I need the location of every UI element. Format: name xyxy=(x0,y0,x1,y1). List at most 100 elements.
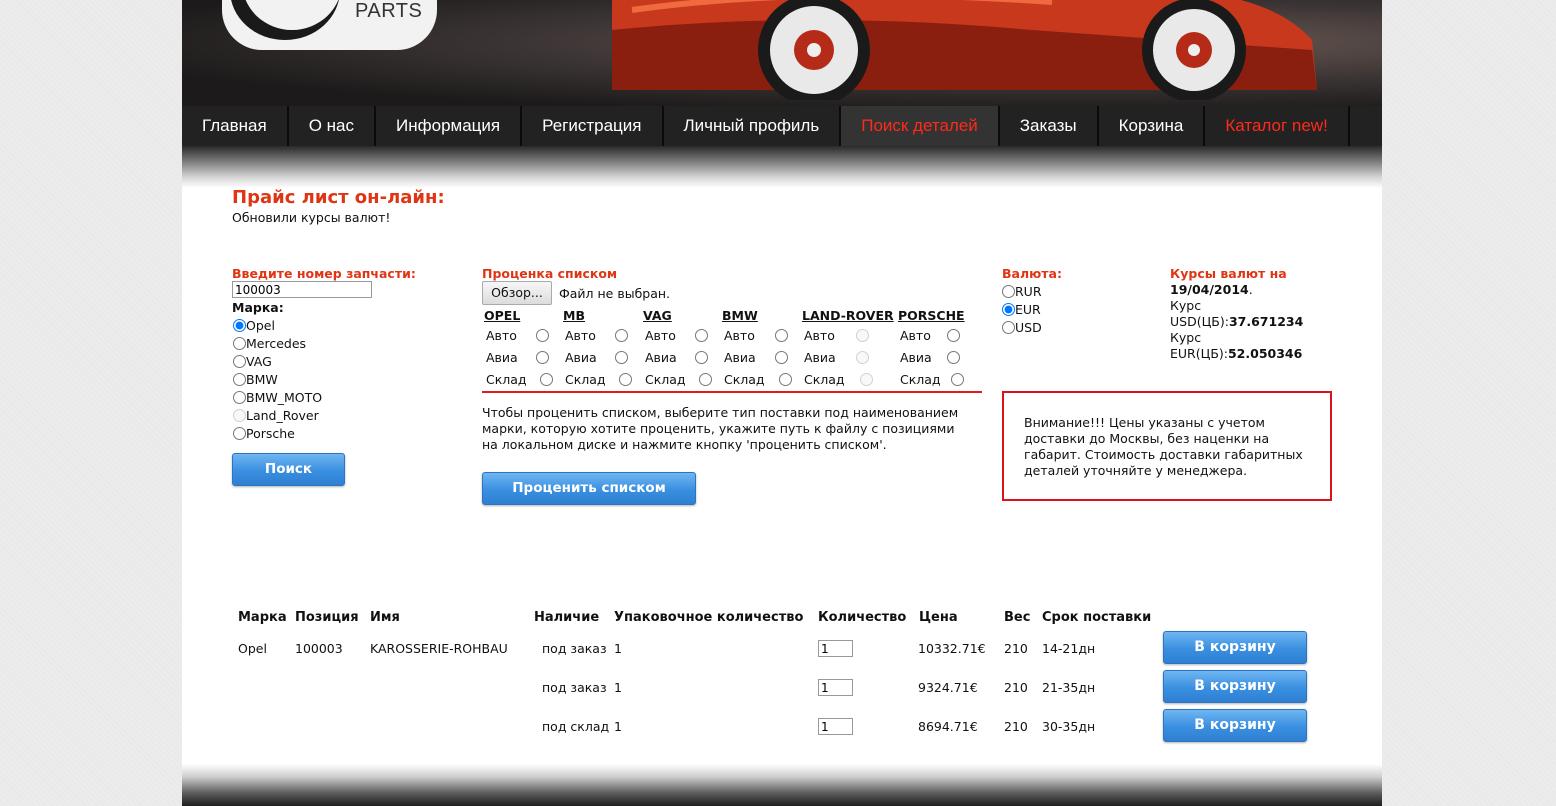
add-to-cart-button[interactable]: В корзину xyxy=(1163,631,1307,664)
brand-option[interactable]: VAG xyxy=(233,354,272,369)
column-header: Срок поставки xyxy=(1042,610,1152,625)
eur-label: EUR(ЦБ): xyxy=(1170,346,1228,361)
brand-radio[interactable] xyxy=(233,391,246,404)
search-button[interactable]: Поиск xyxy=(232,453,345,486)
supplier-option-label: Склад xyxy=(804,372,845,387)
supplier-heading: PORSCHE xyxy=(898,308,965,323)
supplier-option-radio[interactable] xyxy=(615,351,628,364)
nav-item-parts-search[interactable]: Поиск деталей xyxy=(841,106,1000,146)
supplier-option-radio[interactable] xyxy=(540,373,553,386)
table-cell-delivery: 14-21дн xyxy=(1042,641,1096,656)
supplier-option-radio[interactable] xyxy=(947,351,960,364)
footer-shadow xyxy=(182,764,1382,806)
nav-item-profile[interactable]: Личный профиль xyxy=(664,106,842,146)
usd-value: 37.671234 xyxy=(1228,314,1304,329)
file-status: Файл не выбран. xyxy=(559,286,671,301)
supplier-option-radio[interactable] xyxy=(695,351,708,364)
supplier-option-radio[interactable] xyxy=(947,329,960,342)
table-cell-price: 9324.71€ xyxy=(918,680,978,695)
column-header: Позиция xyxy=(295,610,359,625)
supplier-option-radio[interactable] xyxy=(615,329,628,342)
quantity-input[interactable] xyxy=(818,718,853,735)
currency-option[interactable]: RUR xyxy=(1002,284,1042,299)
browse-file-button[interactable]: Обзор... xyxy=(482,281,552,305)
page-subtitle: Обновили курсы валют! xyxy=(232,210,391,225)
brand-radio[interactable] xyxy=(233,337,246,350)
currency-option-label: USD xyxy=(1015,320,1042,335)
supplier-option-radio[interactable] xyxy=(536,351,549,364)
quantity-input[interactable] xyxy=(818,640,853,657)
brand-radio[interactable] xyxy=(233,373,246,386)
brand-option-label: Porsche xyxy=(246,426,295,441)
table-cell-delivery: 30-35дн xyxy=(1042,719,1096,734)
table-row xyxy=(232,709,1312,743)
brand-label: Марка: xyxy=(232,300,284,315)
supplier-option-radio[interactable] xyxy=(856,351,869,364)
supplier-option-label: Авиа xyxy=(900,350,932,365)
table-cell-delivery: 21-35дн xyxy=(1042,680,1096,695)
notice-text: Внимание!!! Цены указаны с учетом достав… xyxy=(1024,415,1303,478)
page-container: PARTS Главная О нас Информация Регистрац… xyxy=(182,0,1382,806)
currency-option[interactable]: EUR xyxy=(1002,302,1041,317)
add-to-cart-button[interactable]: В корзину xyxy=(1163,670,1307,703)
supplier-option-radio[interactable] xyxy=(619,373,632,386)
brand-radio[interactable] xyxy=(233,409,246,422)
currency-radio[interactable] xyxy=(1002,303,1015,316)
brand-option[interactable]: Land_Rover xyxy=(233,408,319,423)
supplier-option-label: Авиа xyxy=(724,350,756,365)
supplier-option-radio[interactable] xyxy=(699,373,712,386)
brand-option-label: BMW_MOTO xyxy=(246,390,323,405)
brand-option[interactable]: BMW_MOTO xyxy=(233,390,322,405)
nav-item-about[interactable]: О нас xyxy=(289,106,377,146)
currency-radio[interactable] xyxy=(1002,285,1015,298)
currency-option-label: EUR xyxy=(1015,302,1041,317)
supplier-option-radio[interactable] xyxy=(779,373,792,386)
add-to-cart-button[interactable]: В корзину xyxy=(1163,709,1307,742)
table-cell-availability: под заказ xyxy=(542,641,607,656)
bulk-price-button[interactable]: Проценить списком xyxy=(482,472,696,505)
column-header: Количество xyxy=(818,610,907,625)
brand-option[interactable]: BMW xyxy=(233,372,278,387)
supplier-heading: VAG xyxy=(643,308,672,323)
supplier-option-radio[interactable] xyxy=(775,329,788,342)
brand-radio[interactable] xyxy=(233,427,246,440)
brand-radio[interactable] xyxy=(233,355,246,368)
supplier-option-radio[interactable] xyxy=(695,329,708,342)
nav-item-catalog[interactable]: Каталог new! xyxy=(1205,106,1350,146)
supplier-option-radio[interactable] xyxy=(856,329,869,342)
divider-line xyxy=(482,391,982,393)
supplier-option-label: Авто xyxy=(645,328,676,343)
column-header: Вес xyxy=(1004,610,1031,625)
table-cell-weight: 210 xyxy=(1004,680,1028,695)
supplier-heading: MB xyxy=(563,308,585,323)
nav-item-registration[interactable]: Регистрация xyxy=(522,106,664,146)
nav-item-home[interactable]: Главная xyxy=(182,106,289,146)
supplier-option-label: Склад xyxy=(486,372,527,387)
nav-item-orders[interactable]: Заказы xyxy=(1000,106,1099,146)
column-header: Упаковочное количество xyxy=(614,610,804,625)
supplier-option-label: Авиа xyxy=(565,350,597,365)
brand-option[interactable]: Opel xyxy=(233,318,275,333)
supplier-option-label: Авто xyxy=(804,328,835,343)
supplier-option-radio[interactable] xyxy=(860,373,873,386)
quantity-input[interactable] xyxy=(818,679,853,696)
eur-value: 52.050346 xyxy=(1227,346,1303,361)
eur-rate-line: EUR(ЦБ):52.050346 xyxy=(1170,346,1302,361)
brand-option[interactable]: Porsche xyxy=(233,426,295,441)
currency-option[interactable]: USD xyxy=(1002,320,1042,335)
part-number-input[interactable] xyxy=(232,281,372,298)
page-title: Прайс лист он-лайн: xyxy=(232,187,445,208)
table-row xyxy=(232,670,1312,704)
brand-radio[interactable] xyxy=(233,319,246,332)
brand-option-label: VAG xyxy=(246,354,272,369)
nav-shadow xyxy=(182,146,1382,188)
supplier-option-radio[interactable] xyxy=(951,373,964,386)
nav-item-info[interactable]: Информация xyxy=(376,106,523,146)
supplier-option-radio[interactable] xyxy=(775,351,788,364)
supplier-option-radio[interactable] xyxy=(536,329,549,342)
brand-option[interactable]: Mercedes xyxy=(233,336,306,351)
nav-item-cart[interactable]: Корзина xyxy=(1099,106,1206,146)
logo-text: PARTS xyxy=(355,0,423,22)
table-cell-availability: под заказ xyxy=(542,680,607,695)
currency-radio[interactable] xyxy=(1002,321,1015,334)
